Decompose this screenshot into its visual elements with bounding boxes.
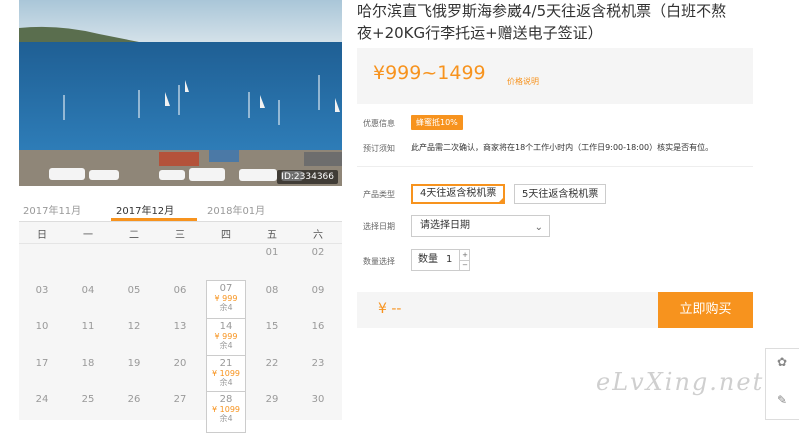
- calendar-day: 05: [127, 285, 141, 296]
- chevron-down-icon: ⌄: [534, 222, 543, 233]
- calendar-day: 12: [127, 321, 141, 332]
- calendar-day: 06: [173, 285, 187, 296]
- day-remaining: 余4: [219, 303, 233, 312]
- day-remaining: 余4: [219, 414, 233, 423]
- side-toolbar: ✿ ✎: [765, 348, 799, 420]
- calendar-day: 03: [35, 285, 49, 296]
- day-price: ¥ 999: [214, 332, 238, 341]
- month-tabs: 2017年11月 2017年12月 2018年01月: [19, 200, 342, 222]
- total-price: ¥ --: [378, 301, 402, 317]
- calendar-day: 29: [265, 394, 279, 405]
- day-price: ¥ 999: [214, 294, 238, 303]
- calendar-day: 26: [127, 394, 141, 405]
- day-price: ¥ 1099: [212, 405, 240, 414]
- calendar-day: 04: [81, 285, 95, 296]
- calendar-day: 15: [265, 321, 279, 332]
- buy-now-button[interactable]: 立即购买: [658, 292, 753, 328]
- calendar-day: 25: [81, 394, 95, 405]
- date-label: 选择日期: [363, 222, 395, 231]
- weekday-tue: 二: [129, 230, 139, 241]
- day-number: 21: [219, 358, 233, 369]
- day-price: ¥ 1099: [212, 369, 240, 378]
- tab-month-next[interactable]: 2018年01月: [207, 202, 265, 217]
- day-remaining: 余4: [219, 341, 233, 350]
- section-divider: [357, 166, 753, 167]
- calendar-day: 09: [311, 285, 325, 296]
- quantity-stepper[interactable]: 数量 1 + −: [411, 249, 470, 271]
- quantity-inner-label: 数量: [418, 254, 438, 265]
- weekday-fri: 五: [267, 230, 277, 241]
- price-panel: ¥999~1499 价格说明: [357, 48, 753, 104]
- tab-month-prev[interactable]: 2017年11月: [23, 202, 81, 217]
- calendar-grid: 日 一 二 三 四 五 六 01 02 03 04 05 06 07 ¥ 999…: [19, 222, 342, 433]
- product-photo: ID:2334366: [19, 0, 342, 186]
- calendar-day: 17: [35, 358, 49, 369]
- calendar-day: 18: [81, 358, 95, 369]
- calendar-day: 08: [265, 285, 279, 296]
- promo-badge: 蜂蜜抵10%: [411, 115, 463, 130]
- date-select[interactable]: 请选择日期 ⌄: [411, 215, 550, 237]
- calendar-day: 16: [311, 321, 325, 332]
- day-remaining: 余4: [219, 378, 233, 387]
- calendar-day: 27: [173, 394, 187, 405]
- product-title-line-2: 夜+20KG行李托运+赠送电子签证）: [357, 24, 603, 42]
- date-select-value: 请选择日期: [420, 220, 470, 231]
- photo-id-label: ID:2334366: [277, 170, 338, 184]
- calendar-day: 11: [81, 321, 95, 332]
- day-number: 07: [219, 283, 233, 294]
- product-title-line-1: 哈尔滨直飞俄罗斯海参崴4/5天往返含税机票（白班不熬: [357, 2, 727, 20]
- leaf-icon[interactable]: ✿: [774, 355, 790, 369]
- calendar-day: 30: [311, 394, 325, 405]
- tab-month-current[interactable]: 2017年12月: [116, 202, 174, 217]
- product-type-option-5day[interactable]: 5天往返含税机票: [514, 184, 607, 204]
- calendar-day-available[interactable]: 28 ¥ 1099 余4: [206, 391, 246, 433]
- calendar-day: 10: [35, 321, 49, 332]
- calendar-day: 13: [173, 321, 187, 332]
- calendar-day: 19: [127, 358, 141, 369]
- edit-icon[interactable]: ✎: [774, 393, 790, 407]
- weekday-wed: 三: [175, 230, 185, 241]
- product-type-label: 产品类型: [363, 190, 395, 199]
- calendar-day: 22: [265, 358, 279, 369]
- quantity-label: 数量选择: [363, 257, 395, 266]
- site-watermark: eLvXing.net: [596, 368, 765, 396]
- calendar-day: 01: [265, 247, 279, 258]
- weekday-divider: [19, 243, 342, 244]
- harbor-photo-image: [19, 0, 342, 186]
- calendar-day: 20: [173, 358, 187, 369]
- weekday-thu: 四: [221, 230, 231, 241]
- calendar-day: 24: [35, 394, 49, 405]
- decrement-icon[interactable]: −: [459, 260, 470, 270]
- price-explanation-link[interactable]: 价格说明: [507, 76, 539, 87]
- promo-label: 优惠信息: [363, 119, 395, 128]
- product-type-option-4day[interactable]: 4天往返含税机票: [411, 184, 506, 204]
- weekday-mon: 一: [83, 230, 93, 241]
- quantity-value[interactable]: 1: [446, 250, 452, 270]
- price-range: ¥999~1499: [373, 62, 486, 84]
- calendar-day-available[interactable]: 07 ¥ 999 余4: [206, 280, 246, 322]
- product-title: 哈尔滨直飞俄罗斯海参崴4/5天往返含税机票（白班不熬 夜+20KG行李托运+赠送…: [357, 0, 777, 44]
- weekday-sat: 六: [313, 230, 323, 241]
- day-number: 28: [219, 394, 233, 405]
- weekday-sun: 日: [37, 230, 47, 241]
- booking-notice: 此产品需二次确认，商家将在18个工作小时内（工作日9:00-18:00）核实是否…: [411, 143, 714, 152]
- calendar-day-available[interactable]: 14 ¥ 999 余4: [206, 318, 246, 360]
- day-number: 14: [219, 321, 233, 332]
- notice-label: 预订须知: [363, 144, 395, 153]
- calendar-day: 23: [311, 358, 325, 369]
- purchase-bar: ¥ -- 立即购买: [357, 292, 753, 328]
- calendar-day: 02: [311, 247, 325, 258]
